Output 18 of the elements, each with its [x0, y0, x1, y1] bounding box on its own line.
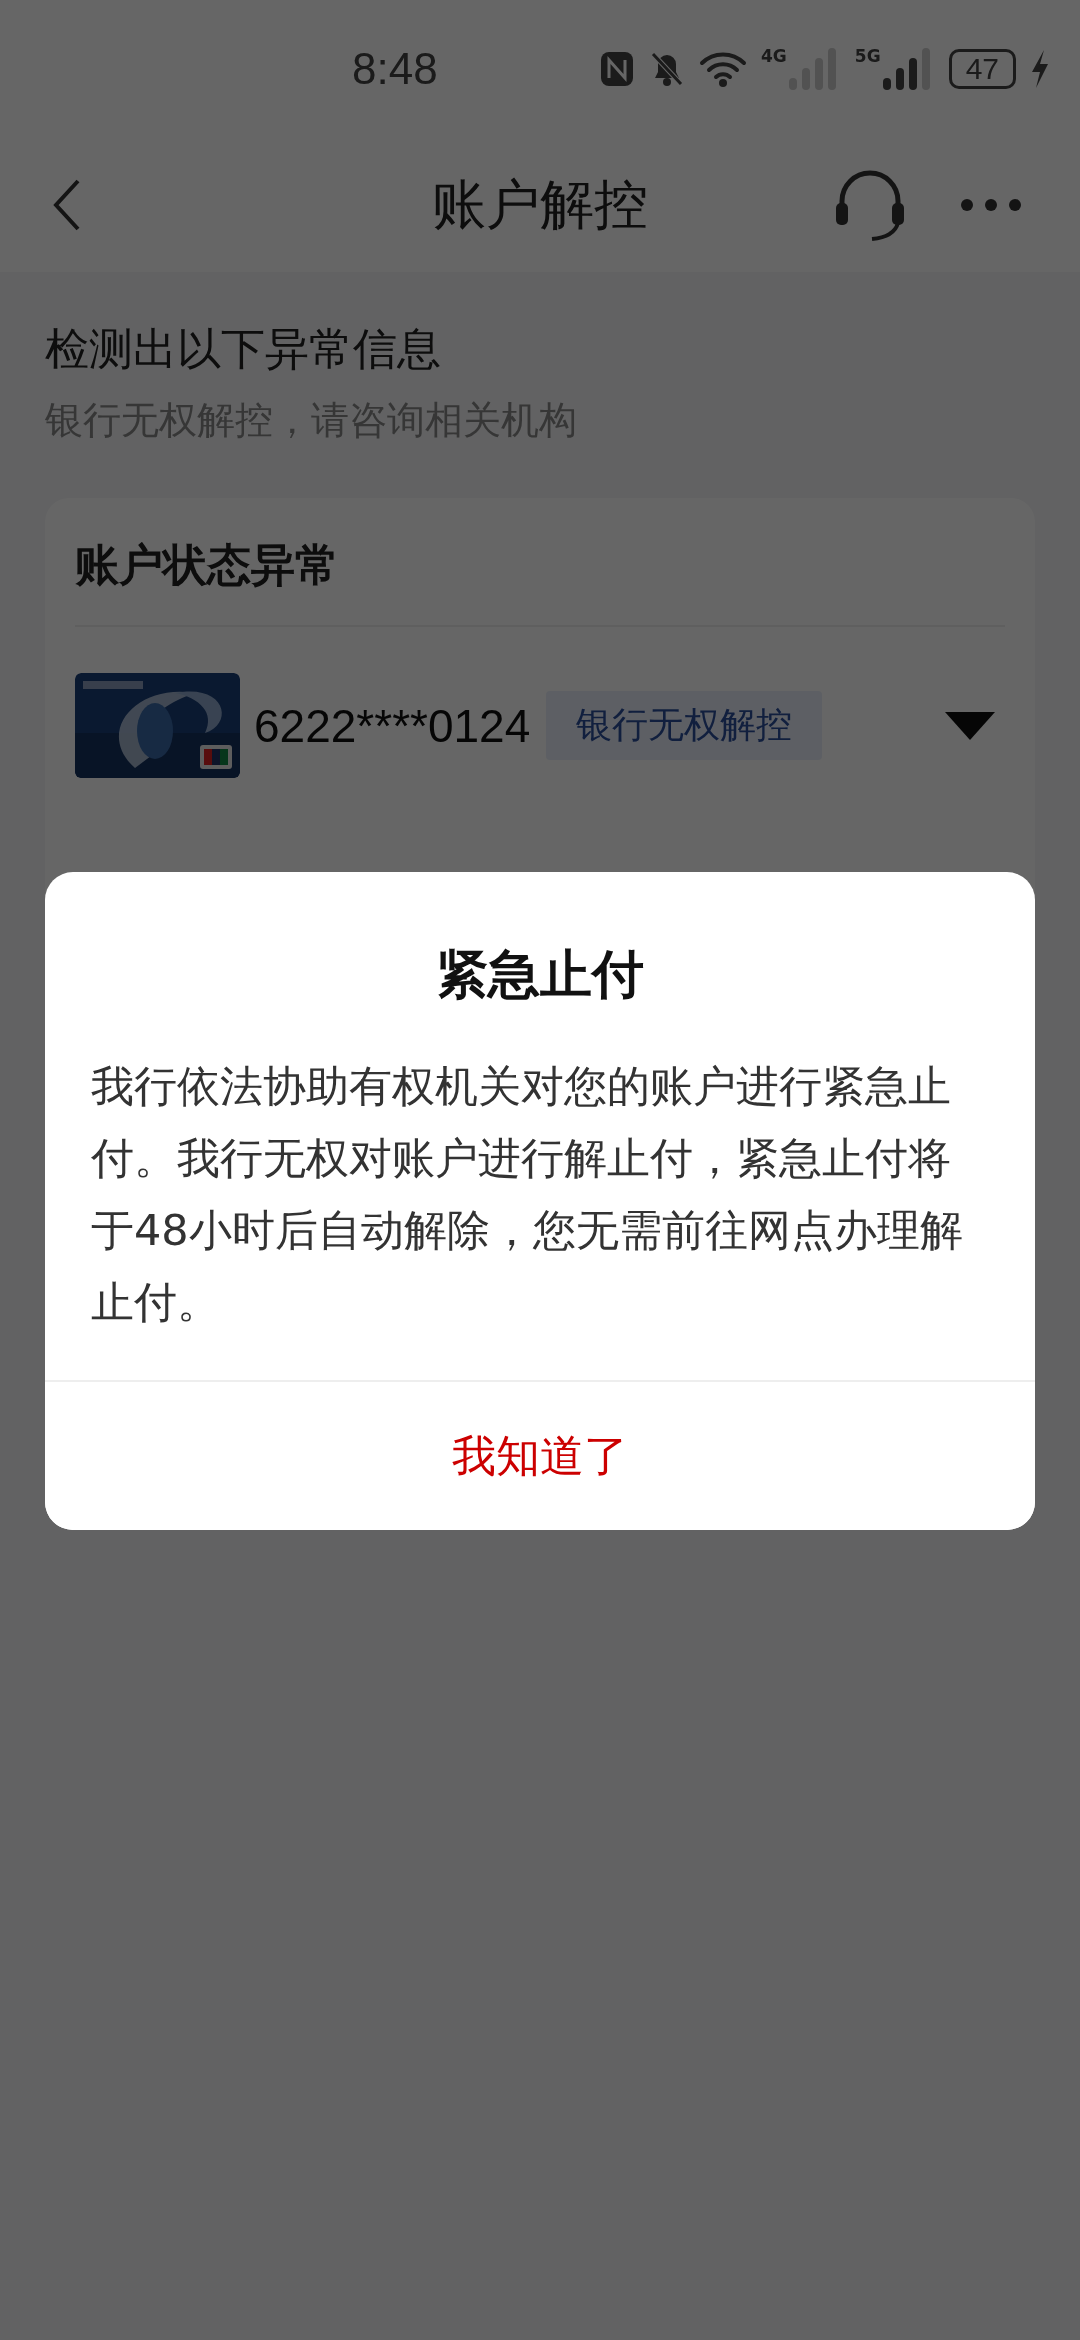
card-title: 账户状态异常: [75, 538, 340, 592]
status-time: 8:48: [352, 44, 438, 94]
more-icon[interactable]: [960, 198, 1022, 212]
dialog-message: 我行依法协助有权机关对您的账户进行紧急止付。我行无权对账户进行解止付，紧急止付将于48小时后自动解除，您无需前往网点办理解止付。: [90, 1060, 964, 1329]
page-title: 账户解控: [432, 171, 648, 238]
nfc-icon: [599, 50, 636, 88]
confirm-button[interactable]: 我知道了: [45, 1380, 1035, 1530]
battery-level: 47: [948, 49, 1016, 89]
status-tag: 银行无权解控: [546, 691, 823, 760]
notice-heading: 检测出以下异常信息: [45, 322, 442, 376]
dropdown-icon[interactable]: [945, 711, 995, 740]
account-number: 6222****0124: [254, 698, 531, 753]
charging-icon: [1030, 50, 1050, 88]
wifi-icon: [699, 49, 748, 89]
network-label: 5G: [854, 48, 881, 65]
back-icon[interactable]: [52, 177, 82, 233]
dialog-title: 紧急止付: [435, 943, 645, 1006]
network-label: 4G: [761, 48, 787, 65]
